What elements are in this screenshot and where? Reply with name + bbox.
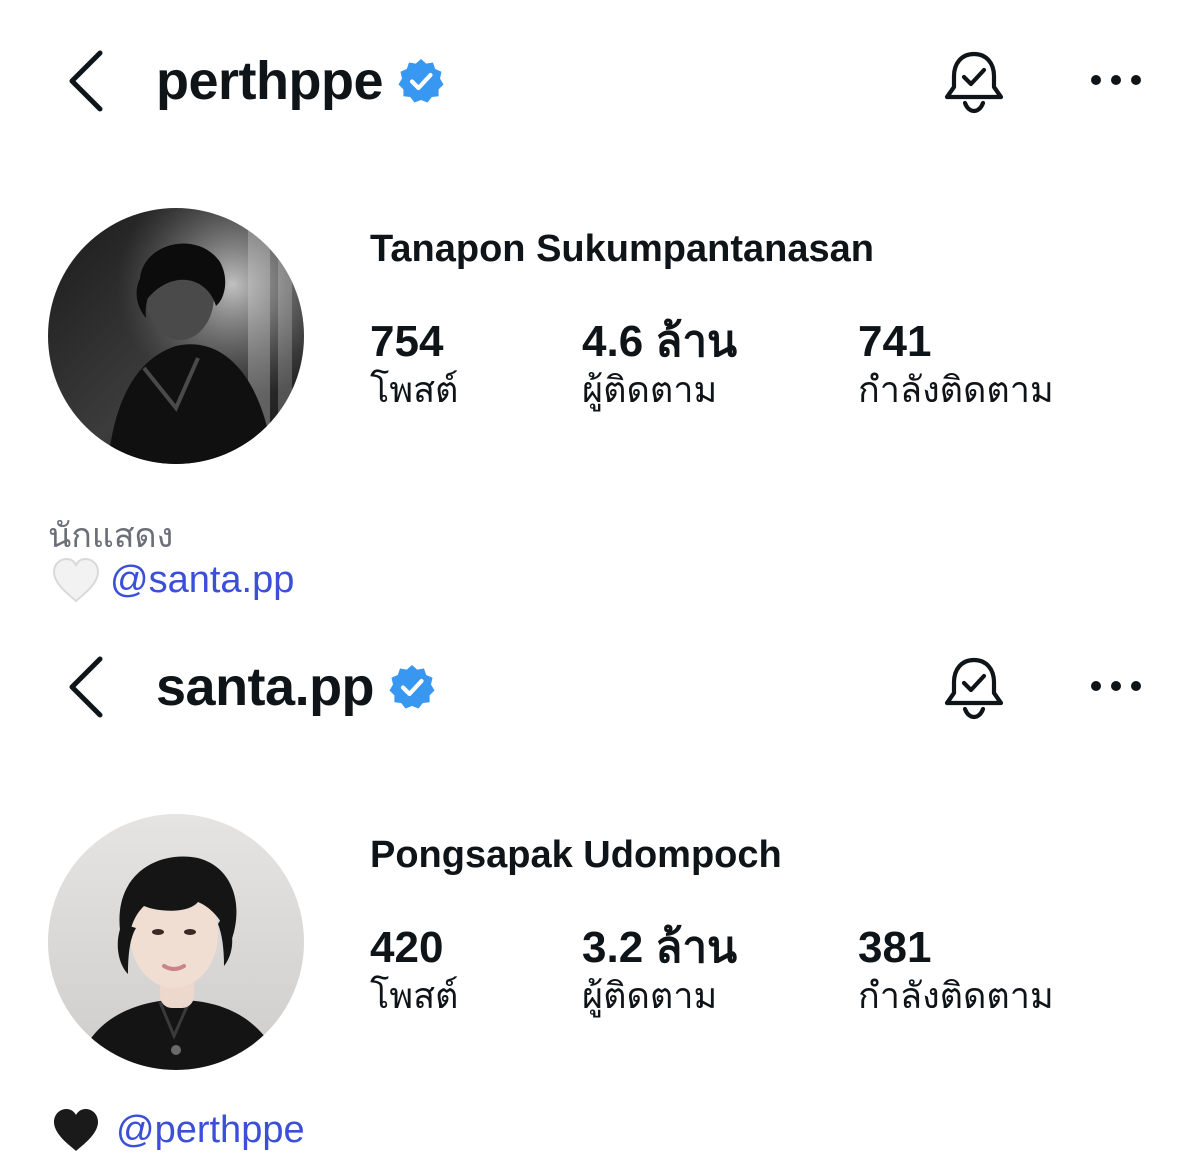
top-navigation-bar: perthppe bbox=[0, 0, 1200, 160]
full-name: Tanapon Sukumpantanasan bbox=[370, 228, 874, 270]
following-stat[interactable]: 381 กำลังติดตาม bbox=[858, 924, 1138, 1020]
white-heart-icon bbox=[52, 557, 100, 603]
avatar-image bbox=[48, 208, 304, 464]
following-label: กำลังติดตาม bbox=[858, 370, 1054, 411]
profile-header-perthppe: perthppe Tanapon Sukumpantanasan 754 โพส… bbox=[0, 0, 1200, 610]
followers-stat[interactable]: 3.2 ล้าน ผู้ติดตาม bbox=[582, 924, 862, 1020]
following-stat[interactable]: 741 กำลังติดตาม bbox=[858, 318, 1138, 414]
notifications-button[interactable] bbox=[938, 46, 1010, 118]
more-options-button[interactable] bbox=[1080, 60, 1152, 100]
avatar-image bbox=[48, 814, 304, 1070]
followers-stat[interactable]: 4.6 ล้าน ผู้ติดตาม bbox=[582, 318, 862, 414]
verified-badge-icon bbox=[398, 59, 444, 103]
following-count: 381 bbox=[858, 923, 932, 972]
mention-link[interactable]: @perthppe bbox=[116, 1109, 305, 1152]
more-horizontal-icon bbox=[1091, 75, 1141, 85]
following-count: 741 bbox=[858, 317, 932, 366]
chevron-left-icon bbox=[69, 50, 103, 112]
mention-link[interactable]: @santa.pp bbox=[110, 559, 294, 602]
chevron-left-icon bbox=[69, 656, 103, 718]
black-heart-icon bbox=[54, 1109, 98, 1151]
bio-category: นักแสดง bbox=[48, 516, 174, 556]
bell-check-icon bbox=[944, 51, 1004, 114]
bio-mention-row: @santa.pp bbox=[50, 556, 294, 604]
followers-label: ผู้ติดตาม bbox=[582, 370, 718, 411]
full-name: Pongsapak Udompoch bbox=[370, 834, 782, 876]
username-title: santa.pp bbox=[156, 660, 436, 714]
bell-check-icon bbox=[944, 657, 1004, 720]
more-options-button[interactable] bbox=[1080, 666, 1152, 706]
username-title: perthppe bbox=[156, 54, 445, 108]
followers-count: 4.6 ล้าน bbox=[582, 317, 738, 366]
username: santa.pp bbox=[156, 657, 375, 717]
back-button[interactable] bbox=[56, 652, 116, 722]
followers-label: ผู้ติดตาม bbox=[582, 976, 718, 1017]
notifications-button[interactable] bbox=[938, 652, 1010, 724]
profile-avatar[interactable] bbox=[48, 208, 304, 464]
top-navigation-bar: santa.pp bbox=[0, 610, 1200, 770]
profile-avatar[interactable] bbox=[48, 814, 304, 1070]
verified-badge-icon bbox=[389, 665, 435, 709]
bio-mention-row: @perthppe bbox=[50, 1106, 305, 1154]
username: perthppe bbox=[156, 51, 384, 111]
followers-count: 3.2 ล้าน bbox=[582, 923, 738, 972]
back-button[interactable] bbox=[56, 46, 116, 116]
more-horizontal-icon bbox=[1091, 681, 1141, 691]
profile-header-santa-pp: santa.pp Pongsapak Udompoch 420 โพสต์ 3.… bbox=[0, 610, 1200, 1166]
following-label: กำลังติดตาม bbox=[858, 976, 1054, 1017]
